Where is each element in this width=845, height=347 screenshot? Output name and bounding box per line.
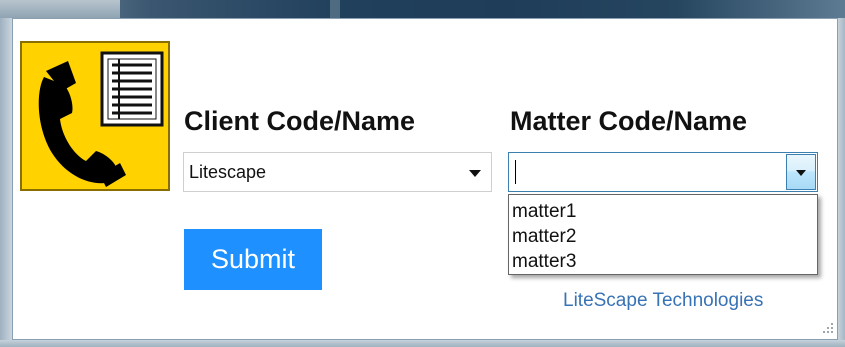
resize-grip-icon[interactable] — [821, 321, 835, 335]
window-bottom-border — [0, 340, 845, 347]
matter-option[interactable]: matter3 — [512, 251, 576, 273]
matter-option[interactable]: matter1 — [512, 201, 576, 223]
window-right-border — [838, 18, 845, 347]
company-link[interactable]: LiteScape Technologies — [563, 290, 763, 312]
window-title-strip — [0, 0, 845, 18]
title-strip-divider — [330, 0, 340, 18]
matter-option[interactable]: matter2 — [512, 226, 576, 248]
matter-combobox[interactable] — [508, 152, 818, 192]
chevron-down-icon[interactable] — [469, 170, 481, 177]
window-left-border — [0, 18, 12, 347]
phone-with-notepad-icon — [20, 41, 170, 191]
text-cursor — [515, 160, 516, 184]
matter-dropdown-list: matter1 matter2 matter3 — [508, 194, 818, 275]
client-label: Client Code/Name — [184, 106, 416, 136]
matter-label: Matter Code/Name — [510, 106, 748, 136]
title-strip-segment — [0, 0, 120, 18]
submit-button[interactable]: Submit — [184, 229, 322, 290]
client-value: Litescape — [189, 162, 267, 182]
matter-dropdown-button[interactable] — [786, 154, 816, 190]
chevron-down-icon — [796, 170, 806, 176]
client-combobox[interactable]: Litescape — [183, 152, 492, 192]
